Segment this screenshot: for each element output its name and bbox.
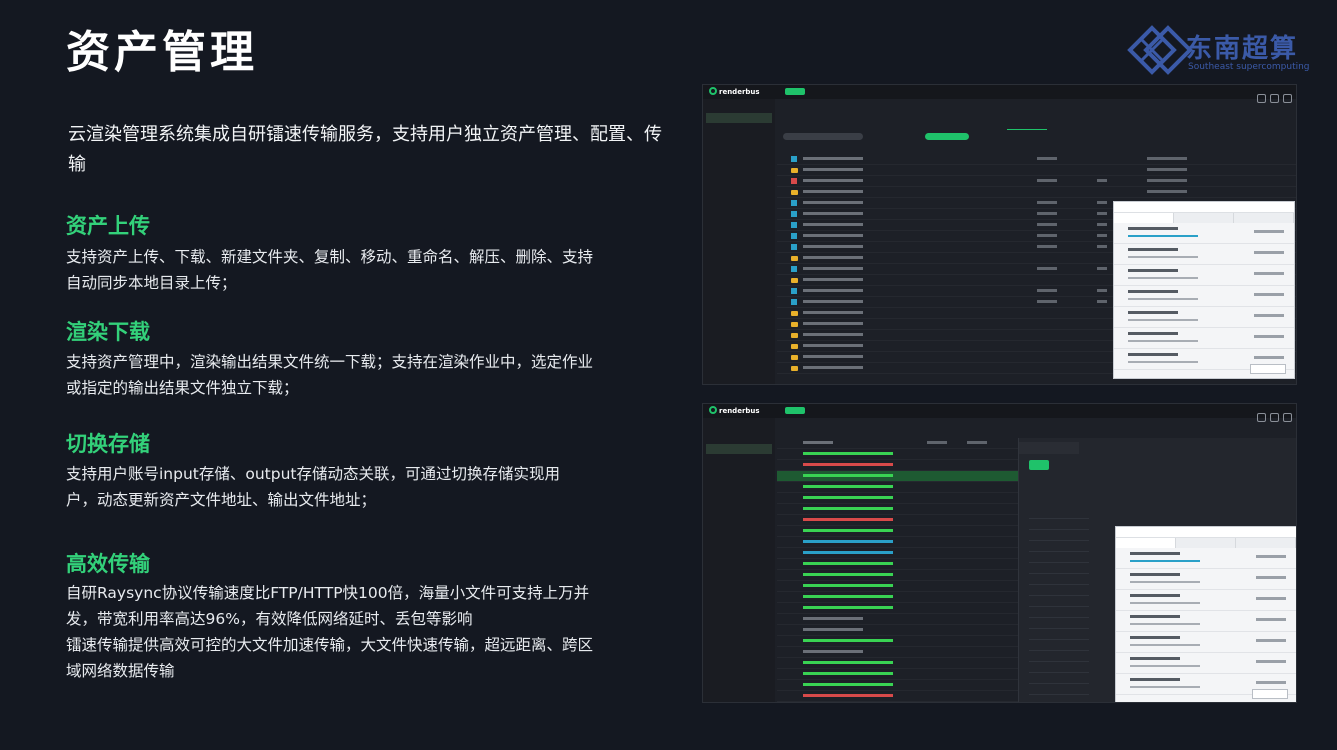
section-body-transfer-1: 自研Raysync协议传输速度比FTP/HTTP快100倍，海量小文件可支持上万… (66, 584, 590, 628)
asset-management-screenshot: renderbus (702, 84, 1297, 385)
section-heading-upload: 资产上传 (66, 214, 150, 238)
section-body-storage: 支持用户账号input存储、output存储动态关联，可通过切换存储实现用户，动… (66, 465, 560, 509)
section-heading-download: 渲染下载 (66, 320, 150, 344)
logo-name: 东南超算 (1186, 34, 1299, 64)
transfer-list-popup (1113, 201, 1295, 379)
section-body-download: 支持资产管理中，渲染输出结果文件统一下载；支持在渲染作业中，选定作业或指定的输出… (66, 353, 594, 397)
section-heading-transfer: 高效传输 (66, 552, 150, 576)
page-title: 资产管理 (66, 27, 258, 78)
intro-text: 云渲染管理系统集成自研镭速传输服务，支持用户独立资产管理、配置、传输 (68, 124, 662, 175)
section-body-transfer-2: 镭速传输提供高效可控的大文件加速传输，大文件快速传输，超远距离、跨区域网络数据传… (66, 636, 594, 680)
section-heading-storage: 切换存储 (66, 432, 150, 456)
section-body-upload: 支持资产上传、下载、新建文件夹、复制、移动、重命名、解压、删除、支持自动同步本地… (66, 248, 594, 292)
renderbus-logo: renderbus (709, 87, 760, 96)
transfer-list-popup-2 (1115, 526, 1296, 702)
logo-subtitle: Southeast supercomputing (1188, 62, 1310, 72)
render-jobs-screenshot: renderbus (702, 403, 1297, 703)
renderbus-logo-2: renderbus (709, 406, 760, 415)
